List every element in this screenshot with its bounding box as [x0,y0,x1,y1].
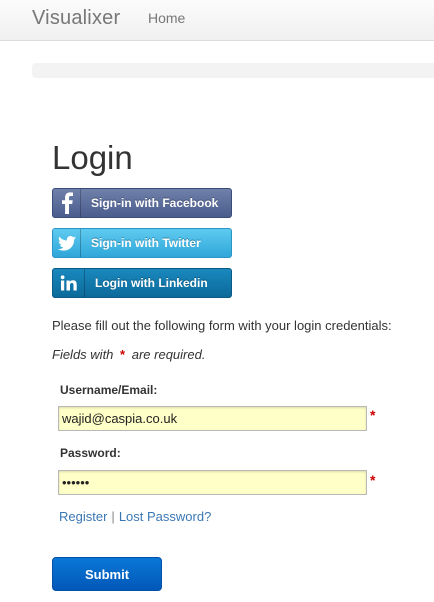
twitter-signin-button[interactable]: Sign-in with Twitter [52,228,232,258]
required-note-suffix: are required. [131,347,206,362]
required-note-prefix: Fields with [52,347,114,362]
password-field[interactable] [58,470,367,495]
username-label: Username/Email: [60,383,158,397]
password-required-marker: * [370,472,376,488]
linkedin-login-label: Login with Linkedin [95,276,208,290]
breadcrumb [32,63,434,78]
submit-button[interactable]: Submit [52,557,162,591]
facebook-signin-button[interactable]: Sign-in with Facebook [52,188,232,218]
nav-home-link[interactable]: Home [148,10,185,26]
page-title: Login [52,139,133,176]
brand-logo[interactable]: Visualixer [32,7,120,30]
password-label: Password: [60,446,121,460]
lost-password-link[interactable]: Lost Password? [119,509,212,524]
twitter-signin-label: Sign-in with Twitter [91,236,201,250]
twitter-bird-icon [53,229,81,257]
username-required-marker: * [370,407,376,423]
facebook-signin-label: Sign-in with Facebook [91,196,219,210]
required-note-star: * [120,347,126,362]
facebook-icon [53,189,81,217]
account-links: Register | Lost Password? [59,509,211,524]
username-field[interactable] [58,406,367,431]
register-link[interactable]: Register [59,509,107,524]
link-separator: | [111,509,115,524]
linkedin-login-button[interactable]: Login with Linkedin [52,268,232,298]
required-fields-note: Fields with * are required. [52,347,205,362]
linkedin-icon [53,269,85,297]
top-navbar: Visualixer Home [0,0,434,41]
form-intro-text: Please fill out the following form with … [52,318,392,333]
